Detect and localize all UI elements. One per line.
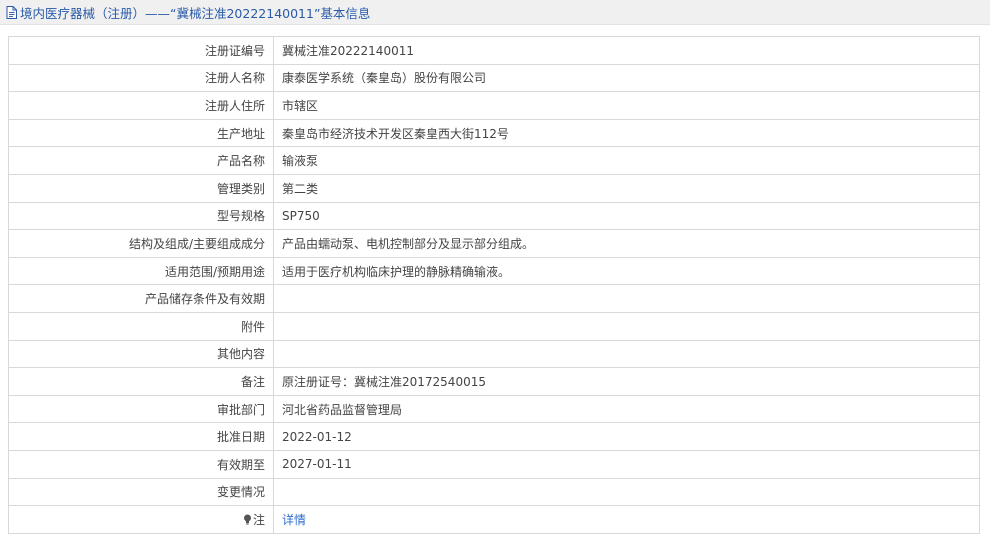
field-value: [273, 311, 980, 341]
table-row: 其他内容: [8, 339, 980, 369]
info-table: 注册证编号 冀械注准20222140011 注册人名称 康泰医学系统（秦皇岛）股份有限…: [8, 36, 980, 534]
table-row: 有效期至 2027-01-11: [8, 449, 980, 479]
note-label: 注: [252, 512, 265, 527]
field-label: 审批部门: [8, 394, 274, 424]
field-value: [273, 477, 980, 507]
table-row: 产品储存条件及有效期: [8, 284, 980, 313]
table-row: 型号规格 SP750: [8, 201, 980, 231]
field-value: 康泰医学系统（秦皇岛）股份有限公司: [273, 63, 980, 93]
field-value: 原注册证号：冀械注准20172540015: [273, 367, 980, 396]
table-row: 注册人名称 康泰医学系统（秦皇岛）股份有限公司: [8, 63, 980, 93]
field-label: 批准日期: [8, 422, 274, 451]
content-area: 注册证编号 冀械注准20222140011 注册人名称 康泰医学系统（秦皇岛）股份有限…: [0, 25, 990, 534]
document-icon: [6, 5, 17, 19]
field-label: 注册证编号: [8, 36, 274, 65]
note-value-cell: 详情: [273, 505, 980, 534]
field-value: 秦皇岛市经济技术开发区秦皇西大街112号: [273, 118, 980, 148]
table-row: 附件: [8, 311, 980, 341]
table-row: 管理类别 第二类: [8, 173, 980, 203]
field-value: 冀械注准20222140011: [273, 36, 980, 65]
field-value: 2022-01-12: [273, 422, 980, 451]
field-label: 适用范围/预期用途: [8, 256, 274, 286]
field-value: 适用于医疗机构临床护理的静脉精确输液。: [273, 256, 980, 286]
field-label: 备注: [8, 367, 274, 396]
field-label: 其他内容: [8, 339, 274, 369]
field-value: 2027-01-11: [273, 449, 980, 479]
field-value: [273, 284, 980, 313]
field-value: 输液泵: [273, 146, 980, 175]
field-value: SP750: [273, 201, 980, 231]
table-row: 审批部门 河北省药品监督管理局: [8, 394, 980, 424]
field-value: 第二类: [273, 173, 980, 203]
field-value: 河北省药品监督管理局: [273, 394, 980, 424]
field-label: 产品名称: [8, 146, 274, 175]
field-value: [273, 339, 980, 369]
field-label: 附件: [8, 311, 274, 341]
table-row: 适用范围/预期用途 适用于医疗机构临床护理的静脉精确输液。: [8, 256, 980, 286]
field-label: 有效期至: [8, 449, 274, 479]
table-row: 产品名称 输液泵: [8, 146, 980, 175]
field-label: 管理类别: [8, 173, 274, 203]
table-row: 生产地址 秦皇岛市经济技术开发区秦皇西大街112号: [8, 118, 980, 148]
table-row: 批准日期 2022-01-12: [8, 422, 980, 451]
field-label: 注册人住所: [8, 91, 274, 120]
field-label: 注册人名称: [8, 63, 274, 93]
table-row: 注册证编号 冀械注准20222140011: [8, 36, 980, 65]
field-value: 市辖区: [273, 91, 980, 120]
lightbulb-icon: [243, 514, 252, 525]
field-label: 变更情况: [8, 477, 274, 507]
page-title: 境内医疗器械（注册）——“冀械注准20222140011”基本信息: [20, 5, 371, 21]
table-row: 注册人住所 市辖区: [8, 91, 980, 120]
page-header: 境内医疗器械（注册）——“冀械注准20222140011”基本信息: [0, 0, 990, 25]
table-row: 变更情况: [8, 477, 980, 507]
field-label: 结构及组成/主要组成成分: [8, 229, 274, 258]
field-label: 产品储存条件及有效期: [8, 284, 274, 313]
field-value: 产品由蠕动泵、电机控制部分及显示部分组成。: [273, 229, 980, 258]
field-label: 生产地址: [8, 118, 274, 148]
field-label: 型号规格: [8, 201, 274, 231]
note-label-cell: 注: [8, 505, 274, 534]
details-link[interactable]: 详情: [282, 513, 306, 527]
table-row: 备注 原注册证号：冀械注准20172540015: [8, 367, 980, 396]
table-row-note: 注 详情: [8, 505, 980, 534]
table-row: 结构及组成/主要组成成分 产品由蠕动泵、电机控制部分及显示部分组成。: [8, 229, 980, 258]
